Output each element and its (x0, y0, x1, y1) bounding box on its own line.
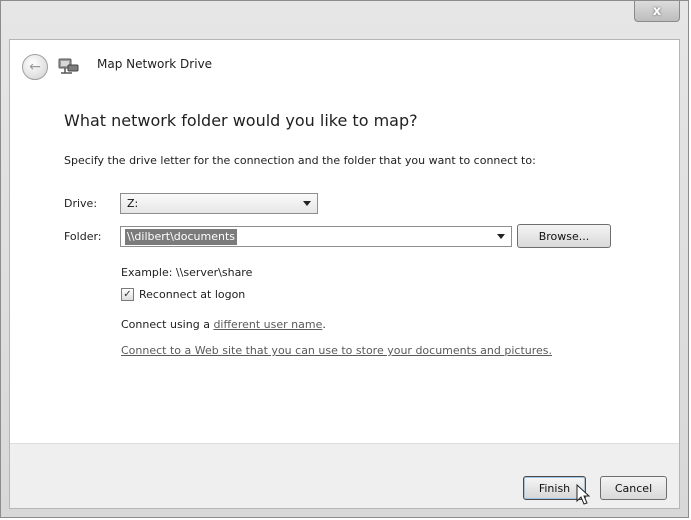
reconnect-option[interactable]: ✓ Reconnect at logon (121, 288, 245, 301)
map-network-drive-window: x ← Map Network Drive What network folde… (0, 0, 689, 518)
drive-select[interactable]: Z: (120, 193, 318, 214)
web-site-storage-link[interactable]: Connect to a Web site that you can use t… (121, 344, 552, 357)
back-arrow-icon: ← (29, 59, 41, 75)
mouse-pointer-icon (576, 484, 591, 505)
cancel-button[interactable]: Cancel (600, 476, 667, 500)
different-user-name-link[interactable]: different user name (213, 318, 322, 331)
network-drive-icon (58, 58, 79, 74)
back-button[interactable]: ← (22, 54, 48, 80)
connect-credentials-text: Connect using a different user name. (121, 318, 326, 331)
example-text: Example: \\server\share (121, 266, 253, 279)
instruction-text: Specify the drive letter for the connect… (64, 154, 536, 167)
folder-input-value: \\dilbert\documents (125, 229, 238, 245)
chevron-down-icon[interactable] (497, 234, 505, 239)
browse-button[interactable]: Browse... (517, 224, 611, 248)
reconnect-label: Reconnect at logon (139, 288, 246, 301)
reconnect-checkbox[interactable]: ✓ (121, 288, 134, 301)
drive-select-value: Z: (127, 197, 139, 210)
chevron-down-icon (303, 201, 311, 206)
close-button[interactable]: x (634, 1, 680, 22)
page-heading: What network folder would you like to ma… (64, 111, 418, 130)
wizard-header: ← Map Network Drive (10, 40, 679, 92)
connect-suffix: . (322, 318, 326, 331)
connect-prefix: Connect using a (121, 318, 214, 331)
folder-input[interactable]: \\dilbert\documents (120, 226, 512, 247)
window-title: Map Network Drive (97, 57, 213, 71)
close-icon: x (652, 3, 662, 19)
drive-label: Drive: (64, 197, 98, 210)
wizard-client-area: ← Map Network Drive What network folder … (9, 39, 680, 509)
folder-label: Folder: (64, 230, 102, 243)
